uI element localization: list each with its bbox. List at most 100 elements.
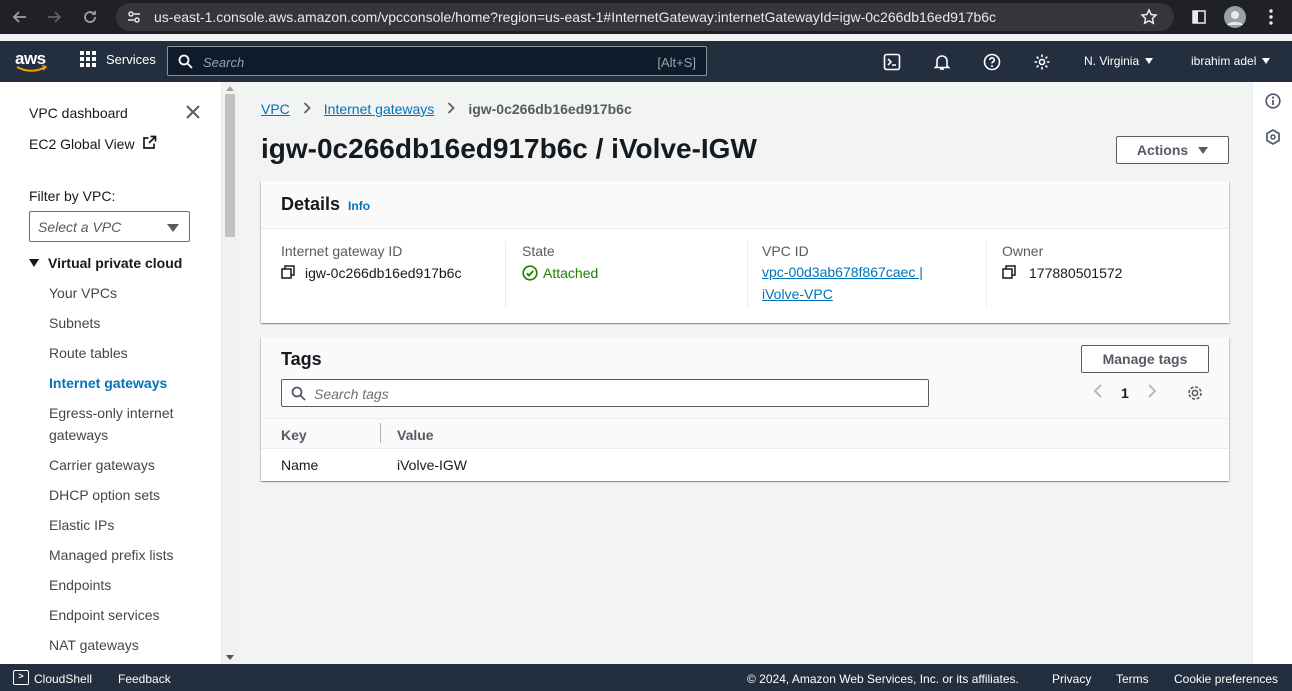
- previous-page-icon[interactable]: [1093, 383, 1103, 402]
- breadcrumb-vpc[interactable]: VPC: [261, 101, 290, 117]
- caret-down-icon: [1198, 146, 1209, 154]
- select-caret-icon: [167, 224, 179, 232]
- aws-top-nav: aws Services Search [Alt+S] N. Virginia …: [0, 41, 1292, 82]
- site-info-icon[interactable]: [126, 9, 142, 28]
- sidepanel-icon[interactable]: [1187, 5, 1211, 29]
- vpc-id-label: VPC ID: [762, 243, 809, 259]
- region-label: N. Virginia: [1084, 54, 1140, 68]
- scrollbar-thumb[interactable]: [225, 94, 235, 237]
- sidebar-item-your-vpcs[interactable]: Your VPCs: [49, 282, 117, 304]
- tag-search-placeholder: Search tags: [314, 386, 389, 402]
- column-resizer[interactable]: [380, 423, 381, 443]
- back-icon[interactable]: [8, 5, 32, 29]
- help-icon[interactable]: [982, 52, 1002, 72]
- sidebar-item-managed-prefix-lists[interactable]: Managed prefix lists: [49, 544, 174, 566]
- region-selector[interactable]: N. Virginia: [1084, 54, 1154, 68]
- right-tools-rail: [1252, 82, 1292, 664]
- pagination: 1: [1093, 383, 1157, 402]
- account-caret-icon: [1262, 58, 1271, 64]
- manage-tags-label: Manage tags: [1102, 351, 1188, 367]
- scroll-up-arrow-icon[interactable]: [226, 86, 234, 91]
- sidebar-item-nat-gateways[interactable]: NAT gateways: [49, 634, 139, 656]
- region-caret-icon: [1145, 58, 1154, 64]
- filter-by-vpc-label: Filter by VPC:: [29, 188, 116, 204]
- account-name: ibrahim adel: [1191, 54, 1257, 68]
- tag-search-input[interactable]: Search tags: [281, 379, 929, 407]
- sidebar-item-dhcp-option-sets[interactable]: DHCP option sets: [49, 484, 160, 506]
- column-divider: [505, 241, 506, 307]
- search-placeholder: Search: [203, 55, 245, 70]
- tags-panel: Tags Manage tags Search tags 1 Key Value…: [261, 337, 1229, 481]
- copyright-text: © 2024, Amazon Web Services, Inc. or its…: [747, 672, 1019, 686]
- info-link[interactable]: Info: [348, 199, 370, 213]
- vpc-filter-select[interactable]: Select a VPC: [29, 211, 190, 242]
- column-divider: [747, 241, 748, 307]
- privacy-link[interactable]: Privacy: [1052, 672, 1091, 686]
- scroll-down-arrow-icon[interactable]: [226, 655, 234, 660]
- owner-value: 177880501572: [1029, 265, 1123, 281]
- side-navigation: VPC dashboard EC2 Global View Filter by …: [0, 82, 222, 664]
- tags-table-header: Key Value: [261, 418, 1229, 449]
- services-grid-icon: [80, 51, 96, 67]
- forward-icon[interactable]: [42, 5, 66, 29]
- breadcrumb-internet-gateways[interactable]: Internet gateways: [324, 101, 435, 117]
- services-menu-button[interactable]: Services: [80, 51, 156, 67]
- profile-avatar[interactable]: [1223, 5, 1247, 29]
- breadcrumb: VPC Internet gateways igw-0c266db16ed917…: [261, 101, 632, 117]
- sidebar-item-elastic-ips[interactable]: Elastic IPs: [49, 514, 114, 536]
- detail-owner: Owner 177880501572: [1002, 243, 1122, 282]
- bookmark-star-icon[interactable]: [1140, 8, 1158, 29]
- current-page-number[interactable]: 1: [1121, 385, 1129, 401]
- igw-id-value: igw-0c266db16ed917b6c: [305, 265, 462, 281]
- sidebar-scrollbar[interactable]: [222, 82, 238, 664]
- breadcrumb-current: igw-0c266db16ed917b6c: [468, 101, 632, 117]
- console-footer: > CloudShell Feedback © 2024, Amazon Web…: [0, 664, 1292, 691]
- column-header-value[interactable]: Value: [397, 427, 434, 443]
- sidebar-item-endpoint-services[interactable]: Endpoint services: [49, 604, 160, 626]
- tag-key-cell: Name: [281, 457, 319, 473]
- sidebar-section-virtual-private-cloud[interactable]: Virtual private cloud: [29, 255, 182, 271]
- details-title-text: Details: [281, 194, 341, 214]
- notifications-bell-icon[interactable]: [932, 52, 952, 72]
- sidebar-item-route-tables[interactable]: Route tables: [49, 342, 128, 364]
- services-label: Services: [106, 51, 156, 67]
- browser-menu-icon[interactable]: [1259, 5, 1283, 29]
- page-title: igw-0c266db16ed917b6c / iVolve-IGW: [261, 133, 757, 164]
- tools-hexagon-icon[interactable]: [1264, 128, 1282, 146]
- terms-link[interactable]: Terms: [1116, 672, 1149, 686]
- sidebar-item-egress-only-internet-gateways[interactable]: Egress-only internet gateways: [49, 402, 199, 446]
- cookie-preferences-link[interactable]: Cookie preferences: [1174, 672, 1278, 686]
- sidebar-item-internet-gateways[interactable]: Internet gateways: [49, 372, 167, 394]
- cloudshell-footer-icon[interactable]: >: [13, 670, 29, 685]
- reload-icon[interactable]: [78, 5, 102, 29]
- sidebar-item-subnets[interactable]: Subnets: [49, 312, 100, 334]
- column-header-key[interactable]: Key: [281, 427, 307, 443]
- owner-label: Owner: [1002, 243, 1044, 259]
- column-divider: [986, 241, 987, 307]
- sidebar-item-ec2-global-view[interactable]: EC2 Global View: [29, 135, 157, 153]
- sidebar-item-carrier-gateways[interactable]: Carrier gateways: [49, 454, 155, 476]
- info-panel-icon[interactable]: [1264, 92, 1282, 110]
- table-preferences-gear-icon[interactable]: [1186, 384, 1204, 405]
- account-menu[interactable]: ibrahim adel: [1191, 54, 1271, 68]
- sidebar-item-endpoints[interactable]: Endpoints: [49, 574, 111, 596]
- external-link-icon: [142, 135, 157, 153]
- vpc-id-link[interactable]: vpc-00d3ab678f867caec | iVolve-VPC: [762, 261, 932, 305]
- feedback-link[interactable]: Feedback: [118, 672, 171, 686]
- sidebar-item-vpc-dashboard[interactable]: VPC dashboard: [29, 105, 128, 121]
- manage-tags-button[interactable]: Manage tags: [1081, 345, 1209, 373]
- copy-icon[interactable]: [281, 265, 295, 282]
- tag-value-cell: iVolve-IGW: [397, 457, 468, 473]
- cloudshell-link[interactable]: CloudShell: [34, 672, 92, 686]
- detail-internet-gateway-id: Internet gateway ID igw-0c266db16ed917b6…: [281, 243, 461, 282]
- actions-dropdown-button[interactable]: Actions: [1116, 136, 1229, 164]
- next-page-icon[interactable]: [1147, 383, 1157, 402]
- copy-icon[interactable]: [1002, 265, 1016, 282]
- cloudshell-icon[interactable]: [882, 52, 902, 72]
- tags-title: Tags: [281, 349, 322, 369]
- aws-logo[interactable]: aws: [14, 49, 48, 75]
- console-search-input[interactable]: Search [Alt+S]: [167, 46, 707, 76]
- address-bar[interactable]: us-east-1.console.aws.amazon.com/vpccons…: [116, 3, 1174, 31]
- settings-gear-icon[interactable]: [1032, 52, 1052, 72]
- close-sidebar-icon[interactable]: [185, 104, 201, 123]
